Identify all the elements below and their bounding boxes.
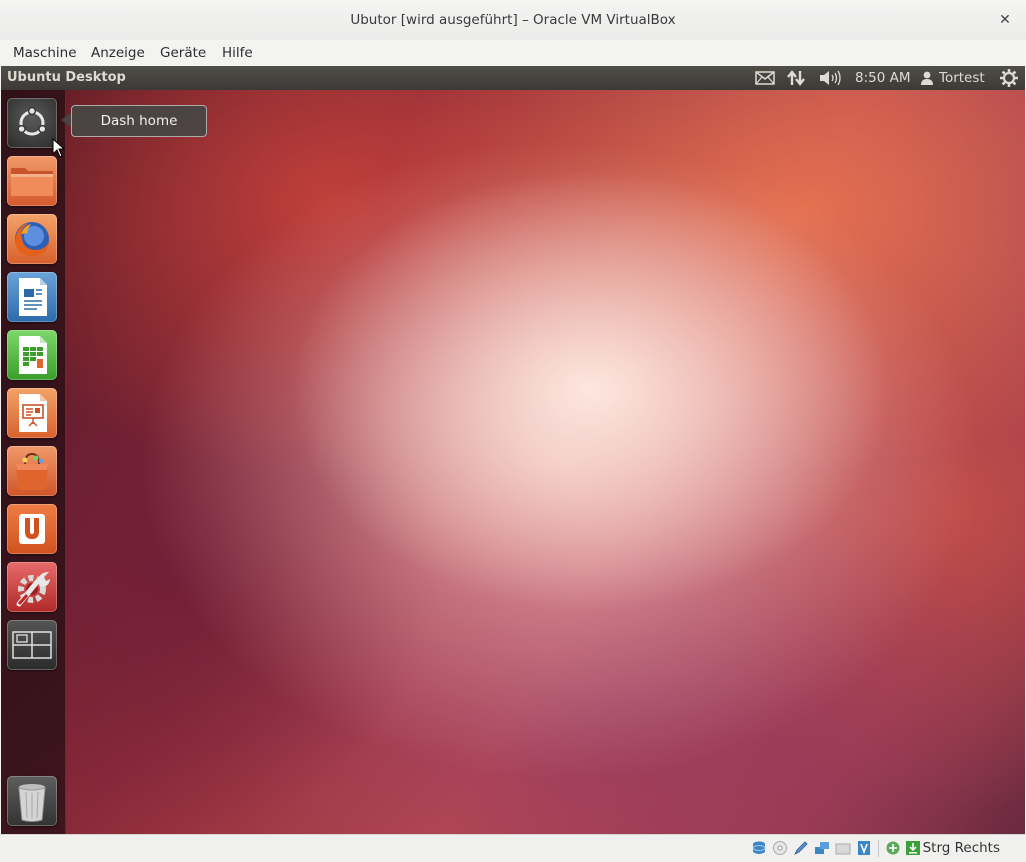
panel-title: Ubuntu Desktop [7,70,126,85]
power-gear-icon[interactable] [1000,66,1018,90]
launcher-dash-home[interactable] [7,98,57,148]
hard-disk-icon[interactable] [751,840,767,856]
optical-drive-icon[interactable] [772,840,788,856]
trash-icon [18,784,46,822]
settings-wrench-icon [16,572,50,607]
mouse-cursor-icon [52,138,66,158]
launcher-files[interactable] [7,156,57,206]
user-icon[interactable] [921,66,933,90]
launcher-workspace-switcher[interactable] [7,620,57,670]
close-button[interactable]: ✕ [994,0,1016,40]
launcher-ubuntu-one[interactable] [7,504,57,554]
desktop-wallpaper [1,90,1025,834]
network-adapter-icon[interactable] [814,840,830,856]
window-titlebar[interactable]: Ubutor [wird ausgeführt] – Oracle VM Vir… [0,0,1026,41]
keyboard-capture-icon[interactable] [905,840,921,856]
menu-hilfe[interactable]: Hilfe [222,40,253,66]
launcher-trash[interactable] [7,776,57,826]
menubar: Maschine Anzeige Geräte Hilfe [0,40,1026,66]
network-icon[interactable] [787,66,805,90]
launcher-calc[interactable] [7,330,57,380]
usb-pen-icon[interactable] [793,840,809,856]
window-title: Ubutor [wird ausgeführt] – Oracle VM Vir… [350,12,676,28]
volume-icon[interactable] [819,66,841,90]
menu-geraete[interactable]: Geräte [160,40,206,66]
calc-icon [19,336,47,374]
firefox-icon [15,222,49,256]
writer-icon [19,278,47,316]
mail-icon[interactable] [755,66,775,90]
host-key-label: Strg Rechts [922,840,1000,856]
launcher-firefox[interactable] [7,214,57,264]
video-capture-icon[interactable] [856,840,872,856]
virtualbox-window: Ubutor [wird ausgeführt] – Oracle VM Vir… [0,0,1026,862]
ubuntu-one-icon [19,514,45,544]
impress-icon [19,394,47,432]
shared-folder-icon[interactable] [835,840,851,856]
launcher-impress[interactable] [7,388,57,438]
launcher-writer[interactable] [7,272,57,322]
launcher-system-settings[interactable] [7,562,57,612]
statusbar: Strg Rechts [0,834,1026,862]
top-panel: Ubuntu Desktop 8:50 AM Tortest [1,66,1025,90]
mouse-integration-icon[interactable] [885,840,901,856]
launcher-tooltip: Dash home [71,105,207,137]
shopping-bag-icon [16,452,48,490]
clock[interactable]: 8:50 AM [855,66,911,90]
launcher-software-center[interactable] [7,446,57,496]
user-name[interactable]: Tortest [939,66,985,90]
menu-anzeige[interactable]: Anzeige [91,40,145,66]
folder-icon [11,168,53,196]
menu-maschine[interactable]: Maschine [13,40,77,66]
statusbar-separator [878,840,879,857]
guest-screen[interactable]: Ubuntu Desktop 8:50 AM Tortest Dash home [1,66,1025,834]
ubuntu-logo-icon [17,106,47,136]
unity-launcher [1,90,66,834]
workspaces-icon [12,631,52,659]
